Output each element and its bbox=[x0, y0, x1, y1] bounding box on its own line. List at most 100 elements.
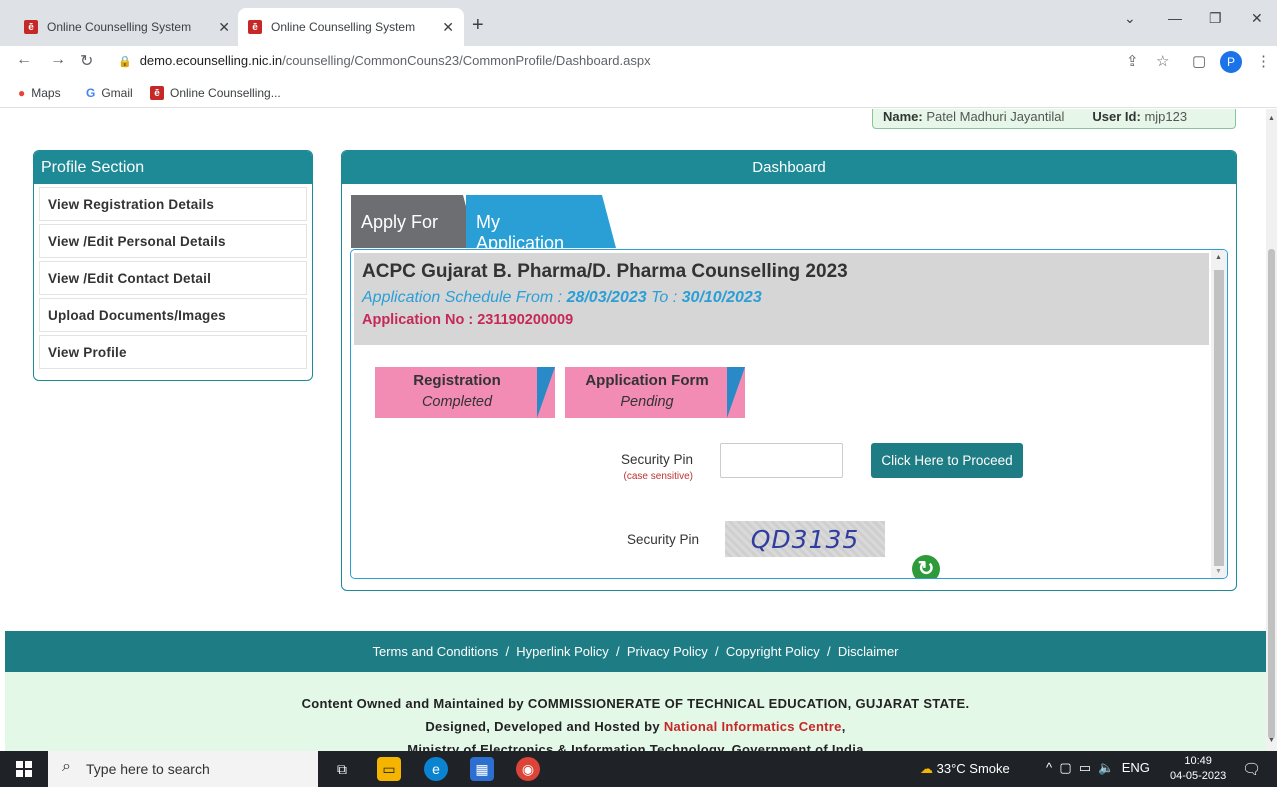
scroll-thumb[interactable] bbox=[1214, 270, 1224, 566]
security-pin-input[interactable] bbox=[720, 443, 843, 478]
browser-tab[interactable]: ē Online Counselling System ✕ bbox=[14, 8, 240, 46]
footer-links: Terms and Conditions / Hyperlink Policy … bbox=[5, 631, 1266, 672]
terms-link[interactable]: Terms and Conditions bbox=[373, 644, 499, 659]
windows-start-icon[interactable] bbox=[16, 761, 32, 777]
search-placeholder: Type here to search bbox=[86, 761, 210, 777]
application-summary: ACPC Gujarat B. Pharma/D. Pharma Counsel… bbox=[354, 253, 1209, 345]
application-schedule: Application Schedule From : 28/03/2023 T… bbox=[362, 289, 762, 306]
edge-icon[interactable]: e bbox=[424, 757, 448, 781]
profile-avatar[interactable]: P bbox=[1220, 51, 1242, 73]
google-icon: G bbox=[86, 86, 96, 100]
page-scrollbar[interactable]: ▲ ▼ bbox=[1266, 109, 1277, 751]
application-title: ACPC Gujarat B. Pharma/D. Pharma Counsel… bbox=[362, 261, 848, 282]
refresh-captcha-icon[interactable]: ↻ bbox=[912, 555, 940, 578]
back-icon[interactable]: ← bbox=[16, 51, 32, 69]
proceed-button[interactable]: Click Here to Proceed bbox=[871, 443, 1023, 478]
tab-title: Online Counselling System bbox=[47, 20, 192, 34]
bookmark-maps[interactable]: ● Maps bbox=[18, 86, 61, 100]
tab-title: Online Counselling System bbox=[271, 20, 416, 34]
browser-tab-bar: ē Online Counselling System ✕ ē Online C… bbox=[0, 0, 1277, 46]
minimize-icon[interactable]: — bbox=[1168, 10, 1182, 26]
browser-tab-active[interactable]: ē Online Counselling System ✕ bbox=[238, 8, 464, 46]
windows-taskbar: ⌕ Type here to search ⧉ ▭ e ▦ ◉ ☁ 33°C S… bbox=[0, 751, 1277, 787]
upload-documents-link[interactable]: Upload Documents/Images bbox=[39, 298, 307, 332]
bookmarks-bar: ● Maps G Gmail ē Online Counselling... bbox=[0, 78, 1277, 108]
sidepanel-icon[interactable]: ▢ bbox=[1192, 52, 1206, 70]
bookmark-star-icon[interactable]: ☆ bbox=[1156, 52, 1169, 70]
step-status: Completed bbox=[421, 394, 493, 410]
application-panel: ACPC Gujarat B. Pharma/D. Pharma Counsel… bbox=[350, 249, 1228, 579]
footer-info: Content Owned and Maintained by COMMISSI… bbox=[5, 672, 1266, 751]
footer-ministry: Ministry of Electronics & Information Te… bbox=[407, 742, 864, 751]
clock[interactable]: 10:49 04-05-2023 bbox=[1170, 754, 1226, 784]
close-window-icon[interactable]: ✕ bbox=[1251, 10, 1263, 27]
disclaimer-link[interactable]: Disclaimer bbox=[838, 644, 899, 659]
tab-my-application[interactable]: My Application bbox=[466, 195, 616, 253]
scroll-down-icon[interactable]: ▼ bbox=[1268, 737, 1275, 744]
view-profile-link[interactable]: View Profile bbox=[39, 335, 307, 369]
user-id: User Id: mjp123 bbox=[1092, 109, 1188, 124]
system-tray[interactable]: ^ ▢ ▭ 🔈 ENG bbox=[1046, 760, 1150, 776]
copyright-policy-link[interactable]: Copyright Policy bbox=[726, 644, 820, 659]
scroll-thumb[interactable] bbox=[1268, 249, 1275, 739]
scroll-down-icon[interactable]: ▼ bbox=[1215, 568, 1222, 575]
view-registration-details-link[interactable]: View Registration Details bbox=[39, 187, 307, 221]
bookmark-label: Maps bbox=[31, 86, 61, 100]
language-indicator[interactable]: ENG bbox=[1122, 760, 1150, 775]
tab-apply-for[interactable]: Apply For bbox=[351, 195, 477, 248]
step-title: Application Form bbox=[585, 372, 709, 389]
chrome-icon[interactable]: ◉ bbox=[516, 757, 540, 781]
privacy-policy-link[interactable]: Privacy Policy bbox=[627, 644, 708, 659]
bookmark-online-counselling[interactable]: ē Online Counselling... bbox=[150, 86, 281, 100]
new-tab-icon[interactable]: + bbox=[472, 14, 484, 37]
user-info-bar: Name: Patel Madhuri Jayantilal User Id: … bbox=[872, 109, 1236, 129]
reload-icon[interactable]: ↻ bbox=[80, 51, 93, 71]
close-tab-icon[interactable]: ✕ bbox=[442, 19, 454, 36]
dashboard-panel: Dashboard Apply For My Application ACPC … bbox=[341, 150, 1237, 591]
menu-icon[interactable]: ⋮ bbox=[1256, 52, 1271, 70]
bookmark-gmail[interactable]: G Gmail bbox=[86, 86, 133, 100]
hyperlink-policy-link[interactable]: Hyperlink Policy bbox=[516, 644, 608, 659]
url-path: /counselling/CommonCouns23/CommonProfile… bbox=[282, 53, 651, 68]
scroll-up-icon[interactable]: ▲ bbox=[1268, 115, 1275, 122]
address-bar: ← → ↻ 🔒 demo.ecounselling.nic.in/counsell… bbox=[0, 46, 1277, 78]
case-sensitive-note: (case sensitive) bbox=[623, 471, 693, 482]
site-favicon-icon: ē bbox=[24, 20, 38, 34]
forward-icon[interactable]: → bbox=[50, 51, 66, 69]
clock-date: 04-05-2023 bbox=[1170, 770, 1227, 782]
captcha-image: QD3135 bbox=[725, 521, 885, 557]
panel-scrollbar[interactable]: ▲ ▼ bbox=[1211, 250, 1227, 578]
profile-section: Profile Section View Registration Detail… bbox=[33, 150, 313, 381]
step-registration: Registration Completed bbox=[375, 367, 555, 418]
close-tab-icon[interactable]: ✕ bbox=[218, 19, 230, 36]
weather-icon: ☁ bbox=[920, 761, 933, 776]
url-field[interactable]: 🔒 demo.ecounselling.nic.in/counselling/Co… bbox=[118, 53, 651, 68]
bookmark-label: Online Counselling... bbox=[170, 86, 281, 100]
clock-time: 10:49 bbox=[1184, 755, 1212, 767]
view-edit-personal-details-link[interactable]: View /Edit Personal Details bbox=[39, 224, 307, 258]
task-view-icon[interactable]: ⧉ bbox=[330, 757, 354, 781]
scroll-up-icon[interactable]: ▲ bbox=[1215, 254, 1222, 261]
page-content: Name: Patel Madhuri Jayantilal User Id: … bbox=[0, 109, 1266, 751]
user-name: Name: Patel Madhuri Jayantilal bbox=[883, 109, 1065, 124]
step-status: Pending bbox=[620, 394, 674, 410]
footer-content-owner: Content Owned and Maintained by COMMISSI… bbox=[301, 696, 970, 711]
maps-icon: ● bbox=[18, 86, 26, 100]
profile-section-title: Profile Section bbox=[34, 151, 312, 184]
nic-link[interactable]: National Informatics Centre bbox=[664, 719, 842, 734]
security-pin-label: Security Pin (case sensitive) bbox=[620, 452, 693, 482]
taskbar-search[interactable]: ⌕ Type here to search bbox=[48, 751, 318, 787]
search-icon: ⌕ bbox=[62, 758, 71, 775]
share-icon[interactable]: ⇪ bbox=[1126, 52, 1139, 70]
step-title: Registration bbox=[413, 372, 501, 389]
footer-designed-by: Designed, Developed and Hosted by Nation… bbox=[425, 719, 846, 734]
site-favicon-icon: ē bbox=[150, 86, 164, 100]
tab-search-icon[interactable]: ⌄ bbox=[1124, 10, 1136, 27]
view-edit-contact-detail-link[interactable]: View /Edit Contact Detail bbox=[39, 261, 307, 295]
weather-widget[interactable]: ☁ 33°C Smoke bbox=[920, 761, 1010, 777]
restore-icon[interactable]: ❐ bbox=[1209, 10, 1222, 27]
lock-icon: 🔒 bbox=[118, 56, 132, 68]
notification-icon[interactable]: 🗨 bbox=[1242, 760, 1261, 778]
store-icon[interactable]: ▦ bbox=[470, 757, 494, 781]
file-explorer-icon[interactable]: ▭ bbox=[377, 757, 401, 781]
